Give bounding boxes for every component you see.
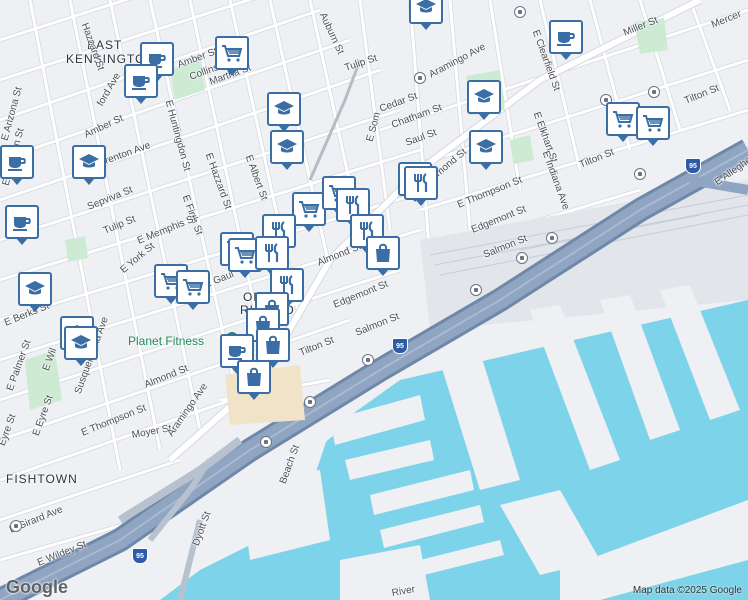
route-shield-icon [304,396,316,408]
google-logo: Google [6,577,68,597]
school-icon [472,85,496,109]
restaurant-pin[interactable] [404,166,438,206]
route-shield-icon [514,6,526,18]
school-icon [275,135,299,159]
map-canvas[interactable]: EAST KENSINGTON FISHTOWN OLDE RICHMO Pla… [0,0,748,600]
school-pin[interactable] [270,130,304,170]
map-attribution[interactable]: Map data ©2025 Google [633,585,742,596]
school-pin[interactable] [409,0,443,30]
school-pin[interactable] [72,145,106,185]
grocery-pin[interactable] [176,270,210,310]
interstate-95-shield: 95 [132,548,148,564]
school-icon [272,97,296,121]
coffee-pin[interactable] [124,64,158,104]
shopping-icon [242,365,266,389]
grocery-icon [220,41,244,65]
route-shield-icon [546,232,558,244]
shopping-pin[interactable] [237,360,271,400]
interstate-95-shield: 95 [392,338,408,354]
coffee-icon [129,69,153,93]
route-shield-icon [470,284,482,296]
coffee-pin[interactable] [549,20,583,60]
school-pin[interactable] [18,272,52,312]
route-shield-icon [414,72,426,84]
restaurant-icon [260,241,284,265]
route-shield-icon [634,168,646,180]
grocery-icon [233,243,257,267]
school-pin[interactable] [64,326,98,366]
school-pin[interactable] [267,92,301,132]
route-shield-icon [10,520,22,532]
grocery-pin[interactable] [606,102,640,142]
grocery-icon [181,275,205,299]
restaurant-pin[interactable] [255,236,289,276]
coffee-icon [10,210,34,234]
route-shield-icon [260,436,272,448]
poi-planet-fitness[interactable]: Planet Fitness [128,334,204,348]
shopping-pin[interactable] [256,328,290,368]
grocery-pin[interactable] [636,106,670,146]
shopping-pin[interactable] [366,236,400,276]
grocery-icon [641,111,665,135]
school-icon [414,0,438,19]
school-icon [474,135,498,159]
shopping-icon [261,333,285,357]
interstate-95-shield: 95 [685,158,701,174]
route-shield-icon [516,252,528,264]
school-icon [23,277,47,301]
restaurant-icon [409,171,433,195]
coffee-icon [554,25,578,49]
grocery-icon [611,107,635,131]
shopping-icon [371,241,395,265]
route-shield-icon [648,86,660,98]
school-icon [69,331,93,355]
grocery-icon [297,197,321,221]
grocery-pin[interactable] [215,36,249,76]
school-pin[interactable] [467,80,501,120]
grocery-pin[interactable] [292,192,326,232]
route-shield-icon [362,354,374,366]
coffee-icon [5,150,29,174]
school-pin[interactable] [469,130,503,170]
area-label: FISHTOWN [6,472,78,486]
school-icon [77,150,101,174]
coffee-pin[interactable] [0,145,34,185]
coffee-pin[interactable] [5,205,39,245]
